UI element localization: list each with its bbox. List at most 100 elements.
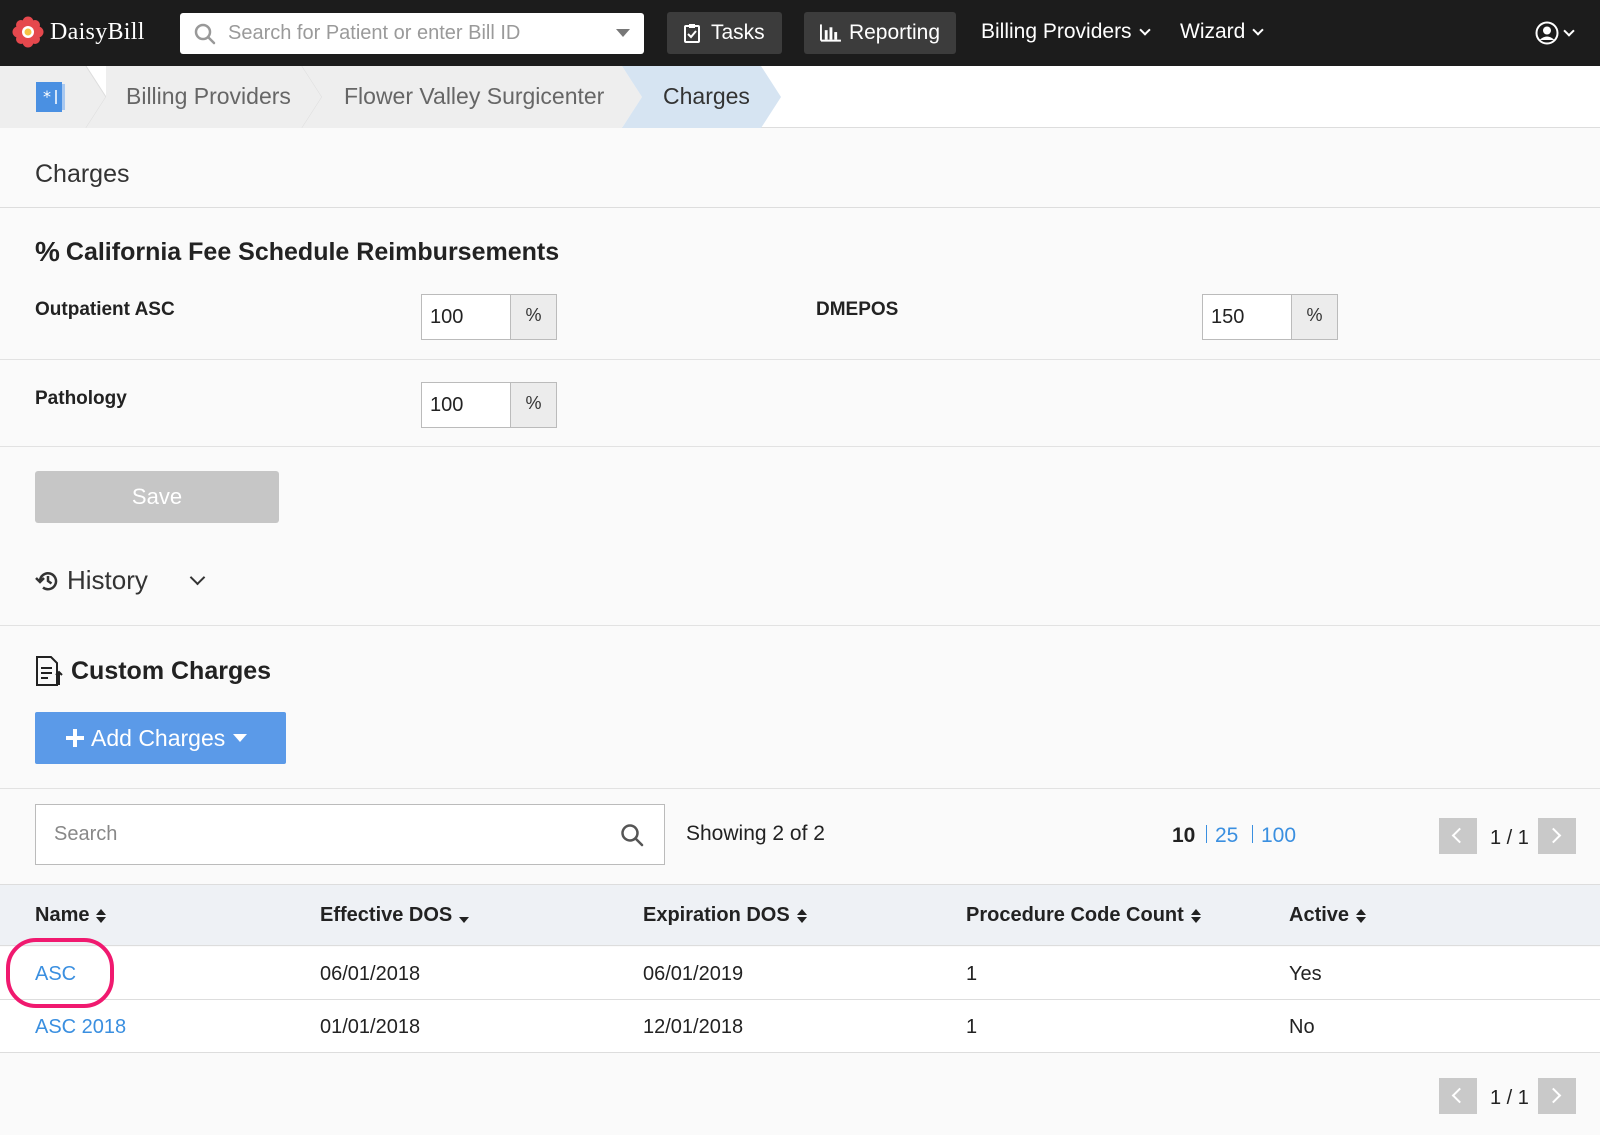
breadcrumb: * Billing Providers Flower Valley Surgic… <box>0 66 1600 128</box>
divider <box>1206 825 1207 843</box>
add-charges-label: Add Charges <box>91 724 226 751</box>
caret-down-icon[interactable] <box>616 29 630 37</box>
prev-page-button[interactable] <box>1439 818 1477 854</box>
effective-dos-cell: 01/01/2018 <box>320 1016 421 1038</box>
effective-dos-cell: 06/01/2018 <box>320 963 421 985</box>
global-search-input[interactable] <box>228 22 608 45</box>
breadcrumb-flower-valley[interactable]: Flower Valley Surgicenter <box>344 83 604 110</box>
chevron-down-icon <box>1563 24 1575 37</box>
page-size-10[interactable]: 10 <box>1172 824 1195 848</box>
sort-icon <box>796 908 807 923</box>
chevron-left-icon <box>1451 1087 1468 1104</box>
sort-icon <box>1190 908 1201 923</box>
chevron-right-icon <box>1545 827 1562 844</box>
dmepos-label: DMEPOS <box>816 299 899 320</box>
charges-search-input[interactable] <box>54 823 594 846</box>
chevron-left-icon <box>1451 827 1468 844</box>
procedure-code-count-cell: 1 <box>966 963 978 985</box>
tasks-button[interactable]: Tasks <box>667 12 782 54</box>
plus-icon <box>66 729 84 747</box>
table-row <box>0 947 1600 1000</box>
custom-charges-title: Custom Charges <box>71 656 272 685</box>
page-indicator: 1 / 1 <box>1490 827 1529 849</box>
history-label: History <box>67 565 148 595</box>
global-search[interactable] <box>180 13 644 54</box>
save-button[interactable]: Save <box>35 471 279 523</box>
search-icon <box>194 23 216 44</box>
search-icon[interactable] <box>620 823 644 847</box>
percent-addon: % <box>511 294 557 340</box>
column-active-label: Active <box>1289 904 1350 926</box>
pathology-input[interactable] <box>421 382 511 428</box>
column-expiration-dos[interactable]: Expiration DOS <box>643 904 807 927</box>
wizard-label: Wizard <box>1180 20 1246 43</box>
divider <box>0 625 1600 626</box>
divider <box>0 788 1600 789</box>
showing-count: Showing 2 of 2 <box>686 822 825 845</box>
daisy-logo-icon <box>12 16 44 48</box>
provider-card-icon[interactable]: * <box>36 82 66 112</box>
expiration-dos-cell: 12/01/2018 <box>643 1016 744 1038</box>
column-name[interactable]: Name <box>35 904 107 927</box>
svg-text:*: * <box>43 87 51 106</box>
sort-desc-icon <box>459 916 470 923</box>
history-toggle[interactable]: History <box>35 565 206 596</box>
table-row <box>0 1000 1600 1053</box>
column-procedure-code-count[interactable]: Procedure Code Count <box>966 904 1201 927</box>
divider <box>0 359 1600 360</box>
tasks-label: Tasks <box>711 21 765 44</box>
user-menu[interactable] <box>1535 21 1575 45</box>
history-icon <box>35 571 58 590</box>
clipboard-check-icon <box>684 24 700 43</box>
outpatient-asc-label: Outpatient ASC <box>35 299 175 320</box>
brand-name: DaisyBill <box>50 18 145 45</box>
dmepos-field-group: % <box>1202 294 1338 340</box>
percent-addon: % <box>511 382 557 428</box>
outpatient-asc-input[interactable] <box>421 294 511 340</box>
wizard-menu[interactable]: Wizard <box>1180 20 1265 44</box>
pathology-field-group: % <box>421 382 557 428</box>
reporting-button[interactable]: Reporting <box>804 12 956 54</box>
column-effective-dos[interactable]: Effective DOS <box>320 904 470 927</box>
page-size-100[interactable]: 100 <box>1261 824 1296 848</box>
caret-down-icon <box>233 734 248 742</box>
chevron-right-icon <box>1545 1087 1562 1104</box>
column-expiration-dos-label: Expiration DOS <box>643 904 790 926</box>
chevron-down-icon <box>189 569 206 586</box>
brand[interactable]: DaisyBill <box>12 15 145 49</box>
charge-name-link[interactable]: ASC 2018 <box>35 1016 126 1039</box>
dmepos-input[interactable] <box>1202 294 1292 340</box>
highlight-annotation <box>6 938 114 1008</box>
active-cell: No <box>1289 1016 1315 1038</box>
top-navbar: DaisyBill Tasks Reporting Billing Provid… <box>0 0 1600 66</box>
divider <box>0 446 1600 447</box>
document-icon <box>36 656 63 686</box>
custom-charges-heading: Custom Charges <box>35 656 271 686</box>
page-title: Charges <box>35 160 130 188</box>
next-page-button[interactable] <box>1538 1078 1576 1114</box>
page-size-25[interactable]: 25 <box>1215 824 1238 848</box>
percent-icon: % <box>35 236 60 267</box>
billing-providers-menu[interactable]: Billing Providers <box>981 20 1151 44</box>
chevron-down-icon <box>1138 23 1151 36</box>
column-name-label: Name <box>35 904 90 926</box>
next-page-button[interactable] <box>1538 818 1576 854</box>
expiration-dos-cell: 06/01/2019 <box>643 963 744 985</box>
active-cell: Yes <box>1289 963 1322 985</box>
page-indicator: 1 / 1 <box>1490 1087 1529 1109</box>
fee-schedule-heading: % California Fee Schedule Reimbursements <box>35 236 559 268</box>
reporting-label: Reporting <box>848 21 940 44</box>
breadcrumb-billing-providers[interactable]: Billing Providers <box>126 83 291 110</box>
pathology-label: Pathology <box>35 388 127 409</box>
charges-search <box>35 804 665 865</box>
breadcrumb-charges: Charges <box>663 83 750 109</box>
column-active[interactable]: Active <box>1289 904 1367 927</box>
prev-page-button[interactable] <box>1439 1078 1477 1114</box>
billing-providers-label: Billing Providers <box>981 20 1132 43</box>
add-charges-button[interactable]: Add Charges <box>35 712 286 764</box>
sort-icon <box>1356 908 1367 923</box>
procedure-code-count-cell: 1 <box>966 1016 978 1038</box>
user-circle-icon <box>1535 21 1559 45</box>
column-effective-dos-label: Effective DOS <box>320 904 453 926</box>
sort-icon <box>96 908 107 923</box>
